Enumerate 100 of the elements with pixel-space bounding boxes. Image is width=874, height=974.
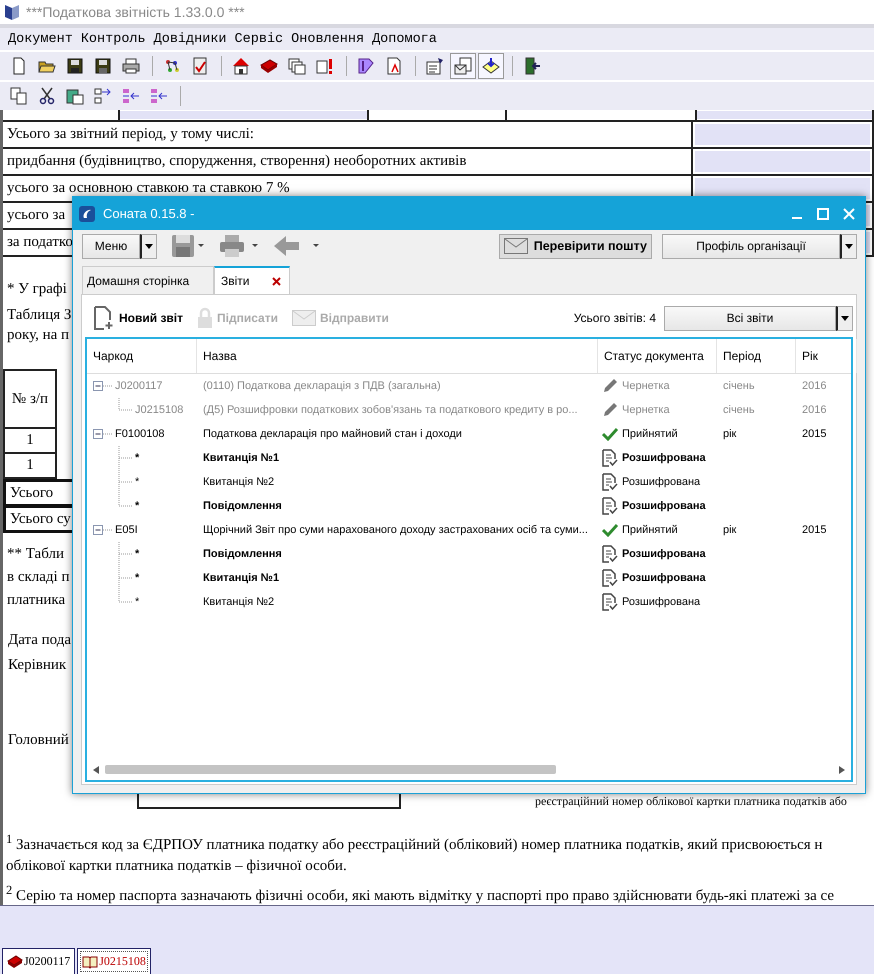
signature-label: Дата пода	[7, 632, 72, 649]
table-cell: 1	[3, 454, 57, 479]
table-cell: січень	[723, 380, 755, 392]
table-cell: F0100108	[115, 428, 165, 440]
menu-item[interactable]: Допомога	[372, 32, 437, 46]
dropdown-button[interactable]	[840, 234, 857, 258]
table-cell: Податкова декларація про майновий стан і доходи	[203, 428, 462, 440]
open-book-icon	[82, 954, 98, 968]
menu-item[interactable]: Довідники	[154, 32, 227, 46]
caption-text: реєстраційний номер облікової картки платника податків або	[535, 794, 847, 809]
column-header[interactable]: Статус документа	[598, 339, 717, 373]
report-count: Усього звітів: 4	[574, 311, 656, 325]
insert-row-icon	[122, 87, 140, 105]
book-icon	[260, 57, 278, 75]
input-field[interactable]	[120, 111, 367, 119]
table-cell: Розшифрована	[622, 452, 706, 464]
pdf-document-icon	[385, 57, 403, 75]
close-icon[interactable]	[272, 276, 281, 286]
footnote-text: $^{2}$ Серію та номер паспорта зазначають фізичні особи, які мають відмітку у паспорті про право здійснювати будь-які платежі за се	[5, 882, 836, 906]
table-cell: Квитанція №2	[203, 476, 274, 488]
dropdown-button[interactable]	[836, 306, 853, 330]
toolbar-button[interactable]	[478, 53, 504, 79]
maximize-icon[interactable]	[817, 208, 829, 220]
caret-icon	[841, 316, 849, 320]
collapse-icon[interactable]	[93, 429, 103, 439]
table-cell: Прийнятий	[622, 524, 678, 536]
column-header[interactable]: Чаркод	[87, 339, 197, 373]
documents-icon	[288, 57, 306, 75]
input-field[interactable]	[695, 151, 870, 172]
save-icon[interactable]	[171, 234, 205, 258]
table-cell: придбання (будівництво, спорудження, створення) необоротних активів	[3, 149, 693, 174]
caret-icon	[845, 244, 853, 248]
column-header[interactable]: Назва	[197, 339, 598, 373]
table-cell: Квитанція №2	[203, 596, 274, 608]
table-cell: *	[135, 596, 140, 608]
menu-item[interactable]: Оновлення	[291, 32, 364, 46]
filter-dropdown[interactable]: Всі звіти	[664, 306, 836, 330]
collapse-icon[interactable]	[93, 525, 103, 535]
tab[interactable]: Звіти	[214, 266, 290, 294]
table-cell: J0215108	[135, 404, 184, 416]
book-icon	[7, 954, 23, 968]
table-cell: 2015	[802, 524, 826, 536]
indent-icon	[94, 87, 112, 105]
table-cell: *	[135, 548, 140, 560]
table-cell: Чернетка	[622, 380, 670, 392]
window-title: ***Податкова звітність 1.33.0.0 ***	[26, 4, 245, 20]
table-cell: (Д5) Розшифровки податкових зобов'язань та податкового кредиту в ро...	[203, 404, 578, 416]
table-cell: Розшифрована	[622, 572, 706, 584]
check-mail-button[interactable]: Перевірити пошту	[498, 234, 652, 258]
toolbar-button[interactable]	[450, 53, 476, 79]
document-envelope-icon	[454, 57, 472, 75]
paragraph-text: платника	[7, 592, 66, 608]
table-cell: J0200117	[115, 380, 163, 392]
table-cell: Квитанція №1	[203, 452, 280, 464]
table-cell: Прийнятий	[622, 428, 678, 440]
collapse-icon[interactable]	[93, 381, 103, 391]
lock-icon	[197, 307, 214, 329]
app-logo-icon	[79, 206, 95, 222]
printer-icon	[122, 57, 140, 75]
document-tab[interactable]: J0200117	[2, 948, 76, 974]
input-field[interactable]	[695, 124, 870, 145]
table-cell: E05I	[115, 524, 138, 536]
profile-dropdown[interactable]: Профіль організації	[662, 234, 840, 258]
printer-icon[interactable]	[219, 234, 259, 258]
exit-door-icon	[523, 57, 541, 75]
menu-item[interactable]: Контроль	[80, 32, 146, 46]
table-cell: Усього за звітний період, у тому числі:	[3, 122, 693, 147]
table-cell: Щорічний Звіт про суми нарахованого доходу застрахованих осіб та суми...	[203, 524, 588, 536]
table-cell: (0110) Податкова декларація з ПДВ (загальна)	[203, 380, 441, 392]
table-cell: *	[135, 572, 140, 584]
action-button[interactable]: Новий звіт	[93, 306, 184, 330]
save-as-icon	[94, 57, 112, 75]
table-cell: 1	[3, 429, 57, 454]
table-cell: Розшифрована	[622, 500, 706, 512]
caret-icon	[145, 244, 153, 248]
new-document-icon	[93, 306, 115, 330]
table-cell: Розшифрована	[622, 596, 700, 608]
table-cell: Чернетка	[622, 404, 670, 416]
input-field[interactable]	[697, 111, 872, 119]
tree-line	[103, 385, 113, 387]
table-cell: *	[135, 452, 140, 464]
scroll-right-icon[interactable]	[839, 766, 845, 774]
menu-item[interactable]: Сервіс	[234, 32, 284, 46]
column-header[interactable]: Період	[717, 339, 796, 373]
scroll-left-icon[interactable]	[93, 766, 99, 774]
menu-item[interactable]: Документ	[8, 32, 73, 46]
table-cell: рік	[723, 524, 736, 536]
table-cell: *	[135, 476, 140, 488]
tree-line	[103, 529, 113, 531]
tab[interactable]: Домашня сторінка	[82, 266, 214, 294]
envelope-icon	[504, 238, 528, 254]
document-tab[interactable]: J0215108	[77, 948, 151, 974]
envelope-icon	[292, 310, 316, 326]
column-header[interactable]: Рік	[796, 339, 857, 373]
signature-label: Керівник	[7, 657, 68, 674]
dropdown-button[interactable]	[140, 234, 157, 258]
note-text: * У графі	[7, 281, 67, 297]
menu-button[interactable]: Меню	[82, 234, 140, 258]
table-cell: Повідомлення	[203, 500, 282, 512]
paste-icon	[66, 87, 84, 105]
